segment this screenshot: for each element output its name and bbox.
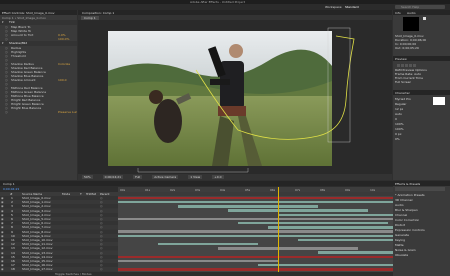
property-value[interactable]: Preserve Luminosity — [58, 110, 77, 115]
next-frame-button[interactable] — [409, 63, 412, 67]
effects-preset-item: Obsolete — [395, 253, 409, 257]
effect-controls-tabbar: Effect Controls: Shot_Image_0.mov — [0, 10, 77, 15]
effect-controls-tab[interactable]: Effect Controls: Shot_Image_0.mov — [2, 11, 55, 15]
current-time-indicator[interactable] — [278, 187, 279, 272]
comp-footer-control[interactable]: 1 View — [188, 175, 203, 179]
layer-name[interactable]: Shot_Image_17.mov — [22, 267, 53, 271]
timeline-panel: Comp 1 0;00;04;21 00s 01s 02s 03s 04s 05s 06s 0… — [0, 181, 393, 276]
timeline-tab[interactable]: Comp 1 — [3, 182, 15, 186]
fill-color-swatch[interactable] — [433, 97, 445, 105]
workspace-select[interactable]: Standard — [345, 5, 359, 9]
effects-preset-item: Audio — [395, 203, 404, 207]
preview-controls — [397, 63, 417, 67]
preview-option: Full Screen — [395, 80, 412, 84]
current-timecode[interactable]: 0;00;04;21 — [3, 187, 19, 191]
character-field: 12 px — [395, 107, 404, 111]
effects-preset-item: Channel — [395, 213, 408, 217]
stopwatch-icon[interactable]: ◷ — [5, 110, 8, 115]
layer-duration-bar[interactable] — [278, 213, 393, 216]
workspace-label: Workspace: — [325, 5, 343, 9]
layer-parent[interactable]: ◎ — [100, 267, 103, 271]
preview-title: Preview — [395, 57, 407, 61]
comp-footer-control[interactable]: Full — [133, 175, 143, 179]
effects-preset-item: Expression Controls — [395, 228, 425, 232]
layer-duration-bar[interactable] — [118, 196, 393, 200]
effects-presets-tab[interactable]: Effects & Presets — [395, 182, 420, 186]
layer-duration-area — [118, 196, 393, 272]
preview-header: Preview — [393, 56, 450, 61]
effect-property-row[interactable]: ◷ Preserve Luminosity — [0, 110, 77, 115]
layer-number: 18 — [11, 267, 15, 272]
layer-duration-bar[interactable] — [118, 217, 393, 221]
effects-preset-item: Matte — [395, 243, 404, 247]
search-help-input[interactable]: Search Help — [395, 5, 445, 9]
character-field: 0 — [395, 117, 397, 121]
comp-footer-control[interactable]: +0.0 — [212, 175, 224, 179]
layer-duration-bar[interactable] — [298, 238, 393, 242]
motion-path-overlay — [137, 27, 355, 173]
character-field: Regular — [395, 102, 407, 106]
effects-preset-item: Noise & Grain — [395, 248, 416, 252]
character-field: Myriad Pro — [395, 97, 411, 101]
character-title: Character — [395, 91, 410, 95]
character-field: 100% — [395, 122, 404, 126]
layer-duration-bar[interactable] — [118, 259, 278, 263]
first-frame-button[interactable] — [397, 63, 400, 67]
effect-property-list: ▾ Tint ◷ Map Black To ◷ Map White To ◷ Amount t… — [0, 20, 77, 178]
toggle-switches-modes[interactable]: Toggle Switches / Modes — [55, 272, 92, 276]
layer-duration-bar[interactable] — [158, 243, 258, 246]
info-tabbar: Info Audio — [393, 10, 450, 15]
effects-search-input[interactable] — [395, 187, 445, 191]
character-header: Character — [393, 90, 450, 95]
layer-duration-bar[interactable] — [218, 247, 358, 250]
search-help-placeholder: Search Help — [401, 5, 420, 9]
layer-duration-bar[interactable] — [118, 268, 393, 271]
info-swatch — [403, 17, 419, 31]
effects-preset-item: Generate — [395, 233, 410, 237]
layer-row[interactable]: ◉ 18 Shot_Image_17.mov ◎ — [0, 267, 118, 272]
right-panels: Info Audio Shot_Image_0.mov Duration: 0;0… — [393, 10, 450, 180]
composition-footer: 50% 0;00;04;21 Full Active Camera 1 View +0.0 — [78, 174, 392, 180]
comp-footer-control[interactable]: 0;00;04;21 — [102, 175, 124, 179]
layer-duration-bar[interactable] — [268, 226, 393, 229]
character-field: 0 px — [395, 132, 402, 136]
comp-footer-control[interactable]: Active Camera — [152, 175, 179, 179]
layer-duration-bar[interactable] — [118, 230, 393, 233]
character-field: Auto — [395, 112, 402, 116]
effects-preset-item: Keying — [395, 238, 406, 242]
visibility-eye-icon[interactable]: ◉ — [1, 267, 4, 271]
layer-duration-bar[interactable] — [238, 222, 388, 225]
character-field: 100% — [395, 127, 404, 131]
layer-list: ◉ 1 Shot_Image_0.mov ◎ ◉ 2 Shot_Image_1.mov ◎ ◉ 3… — [0, 196, 118, 272]
prev-frame-button[interactable] — [401, 63, 404, 67]
layer-duration-bar[interactable] — [228, 209, 368, 212]
effects-presets-panel: Effects & Presets * Animation Presets 3D … — [393, 181, 450, 276]
layer-duration-bar[interactable] — [118, 255, 393, 258]
effect-controls-panel: Effect Controls: Shot_Image_0.mov Comp 1… — [0, 10, 77, 180]
info-color-chip — [423, 17, 426, 20]
composition-panel: Composition: Comp 1 Comp 1 50% 0;00;04;2… — [78, 10, 392, 180]
comp-footer-control[interactable]: 50% — [82, 175, 93, 179]
layer-duration-bar[interactable] — [178, 205, 318, 208]
character-field: 0% — [395, 137, 400, 141]
effects-presets-tabbar: Effects & Presets — [393, 181, 450, 186]
layer-duration-bar[interactable] — [118, 234, 393, 237]
effects-preset-item: 3D Channel — [395, 198, 413, 202]
play-button[interactable] — [405, 63, 408, 67]
timeline-tabbar: Comp 1 — [0, 181, 393, 186]
info-tab[interactable]: Info — [395, 11, 401, 15]
effects-preset-item: Blur & Sharpen — [395, 208, 418, 212]
effects-preset-item: Distort — [395, 223, 406, 227]
effects-preset-item: * Animation Presets — [395, 193, 425, 197]
audio-tab[interactable]: Audio — [407, 11, 416, 15]
last-frame-button[interactable] — [413, 63, 416, 67]
layer-duration-bar[interactable] — [318, 251, 393, 254]
effects-preset-item: Color Correction — [395, 218, 420, 222]
layer-duration-bar[interactable] — [118, 201, 393, 204]
file-info-line: Out: 0;00;05;29 — [395, 46, 419, 50]
